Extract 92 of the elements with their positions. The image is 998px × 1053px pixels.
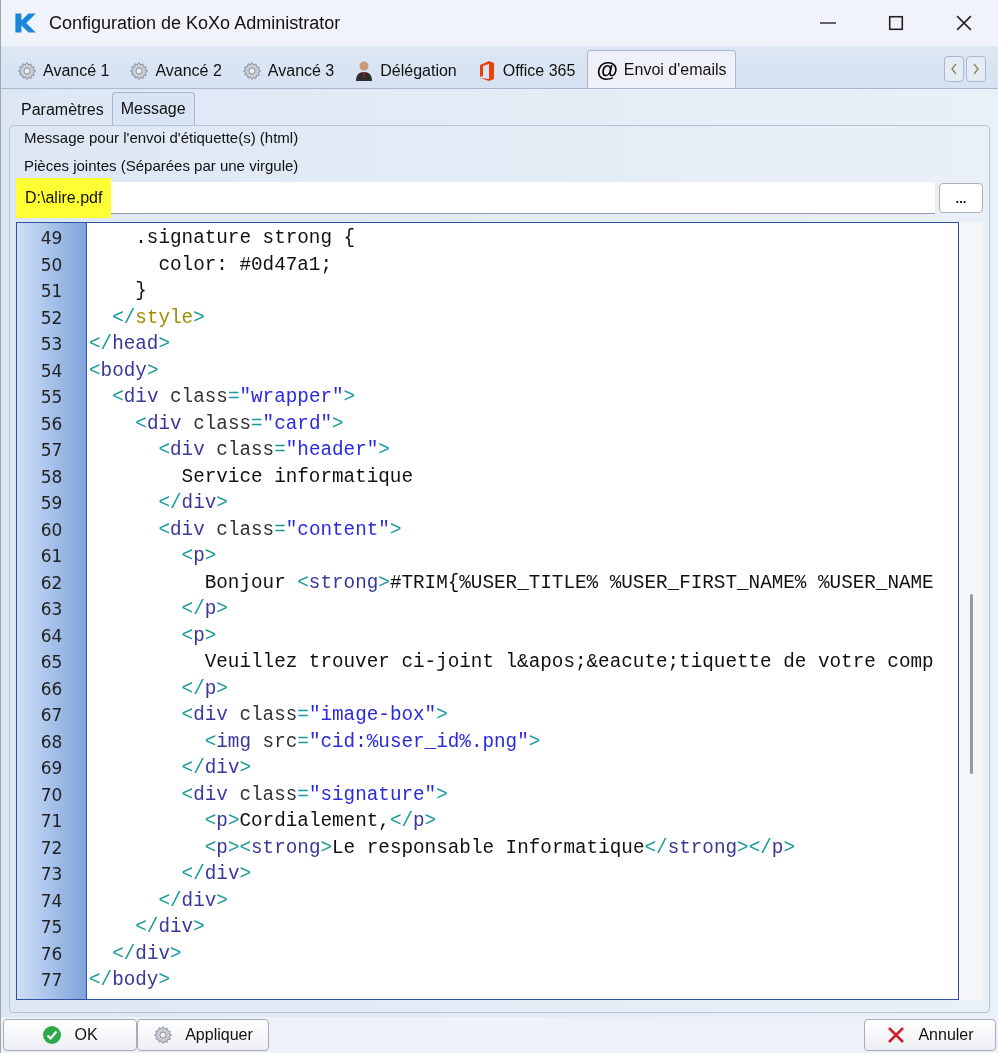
- dialog-button[interactable]: Appliquer: [137, 1019, 269, 1051]
- scroll-left-button[interactable]: [944, 56, 964, 82]
- tab[interactable]: Avancé 2: [121, 54, 230, 88]
- gear-icon: [17, 61, 37, 81]
- tab[interactable]: Avancé 1: [9, 54, 118, 88]
- line-number: 59: [40, 492, 63, 515]
- tab[interactable]: Paramètres: [13, 95, 112, 125]
- checkmark-icon: [42, 1025, 63, 1045]
- line-number: 57: [40, 439, 63, 462]
- dialog-button[interactable]: OK: [3, 1019, 137, 1051]
- code-line: <div class="card">: [134, 411, 344, 437]
- line-number: 55: [40, 386, 63, 409]
- line-number: 60: [40, 518, 63, 542]
- code-line: Bonjour <strong>#TRIM{%USER_TITLE% %USER_FIRST_NAME% %USER_NAME: [203, 570, 934, 596]
- at-icon: @: [596, 58, 618, 81]
- line-number: 70: [40, 783, 63, 807]
- code-line: </div>: [157, 888, 228, 914]
- code-line: <div class="signature">: [180, 782, 448, 808]
- code-line: </div>: [157, 491, 228, 516]
- code-line: </div>: [111, 941, 182, 967]
- tab[interactable]: Délégation: [346, 54, 465, 88]
- line-number: 66: [40, 677, 63, 701]
- tab[interactable]: Avancé 3: [233, 54, 343, 88]
- code-line: <p><strong>Le responsable Informatique</strong></p>: [203, 835, 795, 861]
- maximize-icon: [888, 15, 904, 31]
- code-line: <p>Cordialement,</p>: [203, 809, 437, 834]
- window-title: Configuration de KoXo Administrator: [49, 11, 341, 35]
- chevron-right-icon: [971, 62, 981, 76]
- line-number: 56: [40, 412, 63, 436]
- close-icon: [956, 15, 972, 31]
- gear-icon: [241, 61, 262, 81]
- code-line: </style>: [111, 305, 205, 331]
- group-title: Message pour l'envoi d'étiquette(s) (html): [24, 128, 300, 148]
- line-number: 68: [40, 730, 63, 754]
- code-line: </div>: [180, 862, 252, 887]
- line-number: 72: [40, 836, 63, 860]
- line-number: 75: [40, 916, 63, 939]
- tab[interactable]: Office 365: [468, 54, 584, 88]
- code-line: </div>: [180, 756, 252, 781]
- line-number: 64: [40, 624, 63, 648]
- code-line: </div>: [134, 915, 205, 940]
- dialog-button[interactable]: Annuler: [864, 1019, 996, 1051]
- line-number: 53: [40, 333, 63, 356]
- line-number: 58: [40, 465, 63, 489]
- line-number: 51: [40, 280, 63, 303]
- line-number: 50: [40, 253, 63, 277]
- code-line: </p>: [180, 676, 228, 702]
- browse-button[interactable]: ...: [939, 183, 983, 213]
- line-number: 67: [40, 704, 63, 727]
- line-number: 61: [40, 545, 63, 568]
- chevron-left-icon: [949, 62, 959, 76]
- code-line: <p>: [180, 623, 217, 649]
- line-number: 73: [40, 863, 63, 886]
- person-icon: [354, 60, 375, 82]
- code-line: </p>: [180, 597, 228, 622]
- code-line: <div class="image-box">: [180, 703, 448, 728]
- code-line: Veuillez trouver ci-joint l&apos;&eacute;tiquette de votre comp: [203, 650, 934, 675]
- field-value: D:\alire.pdf: [16, 177, 112, 218]
- code-line: <body>: [89, 358, 159, 384]
- app-logo-icon: [13, 11, 37, 35]
- code-line: color: #0d47a1;: [157, 252, 332, 278]
- line-number: 71: [40, 810, 63, 833]
- line-number: 69: [40, 757, 63, 780]
- line-number: 54: [40, 359, 63, 383]
- code-line: Service informatique: [180, 464, 413, 490]
- code-line: </head>: [89, 332, 171, 357]
- code-line: <div class="wrapper">: [111, 385, 356, 410]
- gear-icon: [153, 1025, 174, 1045]
- code-line: <p>: [180, 544, 217, 569]
- line-number: 76: [40, 942, 63, 966]
- code-line: </body>: [89, 968, 171, 993]
- code-line: <div class="header">: [157, 438, 390, 463]
- tab[interactable]: @ Envoi d'emails: [587, 50, 736, 88]
- line-number: 63: [40, 598, 63, 621]
- tab[interactable]: Message: [111, 92, 195, 125]
- scrollbar[interactable]: [959, 222, 983, 1000]
- close-icon: [886, 1025, 907, 1045]
- gear-icon: [129, 61, 150, 81]
- code-line: }: [134, 279, 147, 304]
- minimize-icon: [820, 22, 836, 24]
- code-line: .signature strong {: [134, 226, 356, 251]
- line-number: 62: [40, 571, 63, 595]
- line-number: 52: [40, 306, 63, 330]
- line-number: 65: [40, 651, 63, 674]
- scroll-right-button[interactable]: [966, 56, 986, 82]
- code-line: <div class="content">: [157, 517, 402, 543]
- code-line: <img src="cid:%user_id%.png">: [203, 729, 541, 755]
- field-label: Pièces jointes (Séparées par une virgule): [24, 156, 300, 176]
- line-number: 49: [40, 227, 63, 250]
- scroll-thumb[interactable]: [969, 594, 973, 774]
- line-number: 77: [40, 969, 63, 992]
- line-number: 74: [40, 889, 63, 913]
